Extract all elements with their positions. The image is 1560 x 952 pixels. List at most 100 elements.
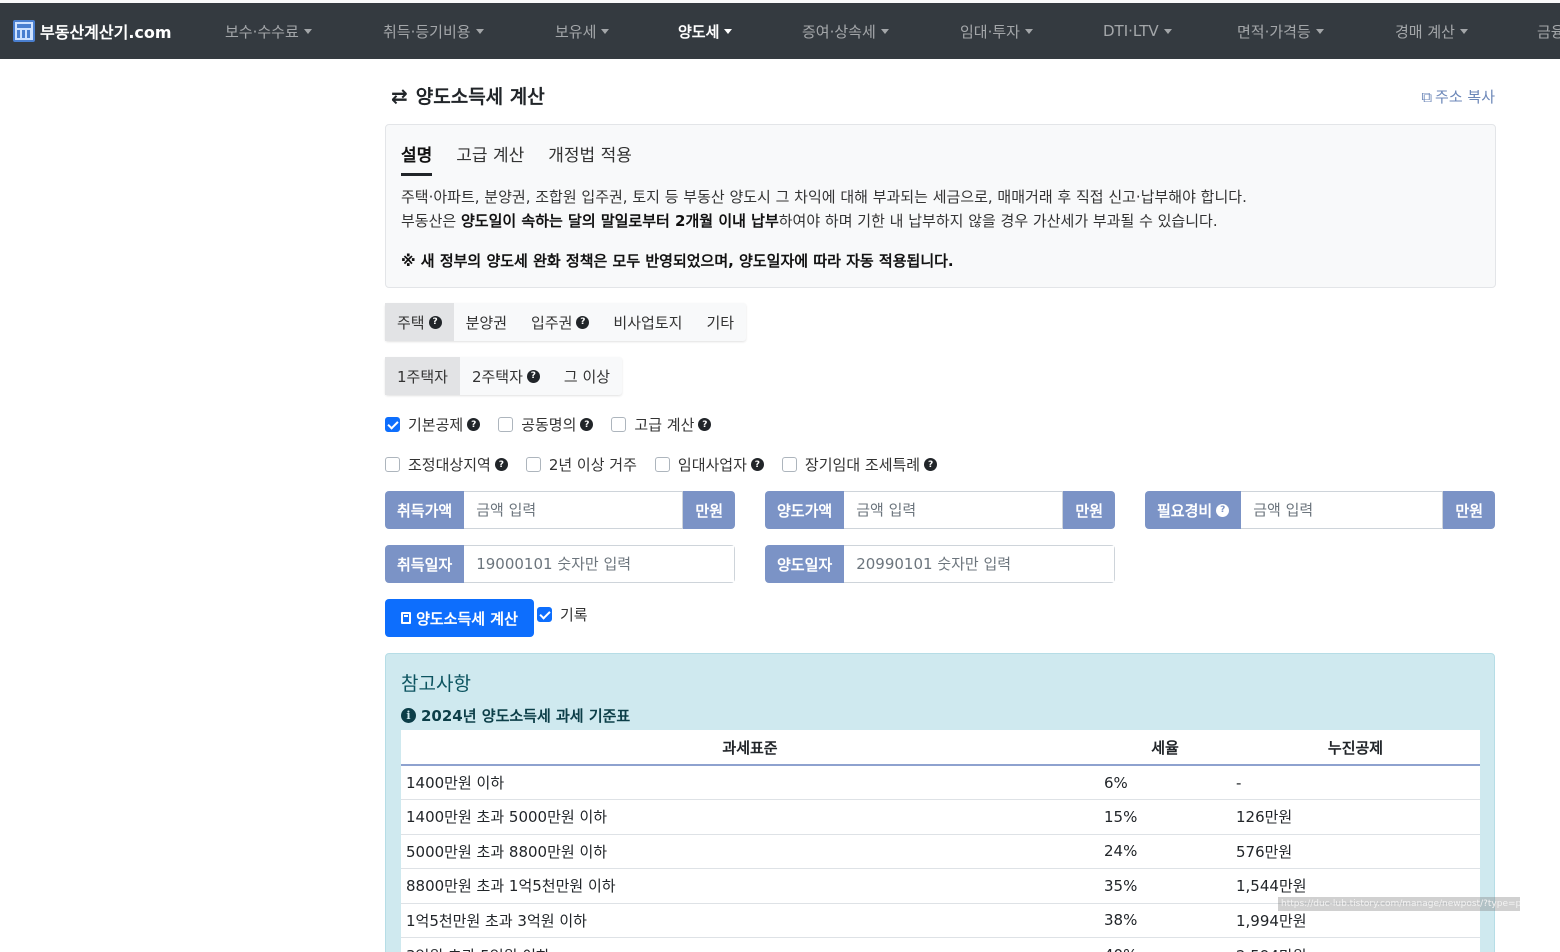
description-tabs: 설명 고급 계산 개정법 적용: [401, 141, 632, 176]
house-count-two[interactable]: 2주택자?: [460, 357, 552, 395]
expenses-label-text: 필요경비: [1157, 501, 1213, 520]
acquisition-date-input[interactable]: [464, 545, 735, 583]
nav-label: 보유세: [555, 22, 597, 41]
house-count-one[interactable]: 1주택자: [385, 357, 460, 395]
calculate-button[interactable]: 양도소득세 계산: [385, 599, 534, 637]
btn-label: 주택: [397, 313, 425, 332]
nav-label: 임대·투자: [960, 22, 1020, 41]
nav-item-capital-gains-tax[interactable]: 양도세: [678, 3, 733, 59]
checkbox-box[interactable]: [498, 417, 514, 432]
options-row-2: 조정대상지역? 2년 이상 거주 임대사업자? 장기임대 조세특례?: [385, 454, 955, 475]
nav-item-gift-inheritance-tax[interactable]: 증여·상속세: [802, 3, 889, 59]
options-row-1: 기본공제? 공동명의? 고급 계산?: [385, 414, 729, 435]
tab-advanced-calc[interactable]: 고급 계산: [456, 141, 524, 176]
rental-business-checkbox[interactable]: 임대사업자?: [654, 454, 764, 475]
caret-down-icon: [475, 28, 484, 34]
question-icon[interactable]: ?: [467, 418, 481, 431]
caret-down-icon: [724, 28, 733, 34]
nav-item-area-price[interactable]: 면적·가격등: [1237, 3, 1324, 59]
expenses-input[interactable]: [1241, 491, 1444, 529]
brand-text: 부동산계산기.com: [40, 23, 172, 42]
unit-label: 만원: [683, 491, 735, 529]
basic-deduction-checkbox[interactable]: 기본공제?: [385, 414, 481, 435]
residence-2y-checkbox[interactable]: 2년 이상 거주: [525, 454, 637, 475]
table-header-row: 과세표준 세율 누진공제: [401, 730, 1480, 766]
property-type-occupancy[interactable]: 입주권?: [519, 303, 601, 341]
brand-link[interactable]: 부동산계산기.com: [13, 3, 172, 59]
top-navbar: 부동산계산기.com 보수·수수료 취득·등기비용 보유세 양도세 증여·상속세…: [0, 3, 1560, 59]
question-icon[interactable]: ?: [526, 369, 540, 383]
btn-label: 비사업토지: [613, 313, 683, 332]
expenses-label: 필요경비?: [1145, 491, 1242, 529]
caret-down-icon: [1315, 28, 1324, 34]
nav-item-rental-investment[interactable]: 임대·투자: [960, 3, 1033, 59]
checkbox-box[interactable]: [385, 417, 400, 432]
checkbox-box[interactable]: [654, 457, 670, 472]
question-icon[interactable]: ?: [750, 458, 764, 471]
advanced-calc-checkbox[interactable]: 고급 계산?: [611, 414, 712, 435]
caret-down-icon: [1163, 28, 1172, 34]
nav-item-holding-tax[interactable]: 보유세: [555, 3, 610, 59]
desc-pre: 부동산은: [401, 212, 461, 230]
checkbox-box[interactable]: [385, 457, 400, 472]
copy-address-link[interactable]: ⧉ 주소 복사: [1421, 86, 1495, 107]
question-icon[interactable]: ?: [494, 458, 508, 471]
table-cell: 2,594만원: [1231, 937, 1480, 952]
acquisition-price-input[interactable]: [464, 491, 684, 529]
policy-notice: ※ 새 정부의 양도세 완화 정책은 모두 반영되었으며, 양도일자에 따라 자…: [401, 252, 954, 270]
caret-down-icon: [1024, 28, 1033, 34]
table-cell: 576만원: [1231, 833, 1480, 869]
nav-item-acquisition-cost[interactable]: 취득·등기비용: [383, 3, 484, 59]
column-header-rate: 세율: [1099, 730, 1231, 766]
question-icon[interactable]: ?: [428, 315, 442, 329]
nav-item-dti-ltv[interactable]: DTI·LTV: [1103, 3, 1172, 59]
acquisition-price-group: 취득가액 만원: [385, 491, 735, 529]
property-type-other[interactable]: 기타: [694, 303, 746, 341]
checkbox-box[interactable]: [537, 607, 552, 622]
record-checkbox[interactable]: 기록: [537, 604, 588, 625]
tab-description[interactable]: 설명: [401, 141, 433, 176]
question-icon[interactable]: ?: [580, 418, 594, 431]
property-type-housing[interactable]: 주택?: [385, 303, 454, 341]
checkbox-box[interactable]: [611, 417, 627, 432]
description-text: 주택·아파트, 분양권, 조합원 입주권, 토지 등 부동산 양도시 그 차익에…: [401, 185, 1247, 233]
checkbox-box[interactable]: [525, 457, 541, 472]
question-icon[interactable]: ?: [1216, 503, 1230, 517]
table-row: 5000만원 초과 8800만원 이하 24% 576만원: [401, 833, 1480, 869]
table-row: 1400만원 이하 6% -: [401, 764, 1480, 800]
property-type-presale[interactable]: 분양권: [454, 303, 519, 341]
nav-label: 양도세: [678, 22, 720, 41]
table-cell: 1400만원 초과 5000만원 이하: [401, 799, 1099, 834]
regulated-area-checkbox[interactable]: 조정대상지역?: [385, 454, 508, 475]
tax-rate-table: 과세표준 세율 누진공제 1400만원 이하 6% - 1400만원 초과 5000…: [401, 730, 1480, 952]
description-line-2: 부동산은 양도일이 속하는 달의 말일로부터 2개월 이내 납부하여야 하며 기…: [401, 209, 1247, 233]
nav-item-brokerage-fee[interactable]: 보수·수수료: [225, 3, 312, 59]
nav-item-auction[interactable]: 경매 계산: [1395, 3, 1468, 59]
calculate-button-label: 양도소득세 계산: [416, 609, 518, 628]
btn-label: 분양권: [465, 313, 508, 332]
tab-amended-law[interactable]: 개정법 적용: [548, 141, 632, 176]
checkbox-label: 공동명의: [521, 416, 577, 434]
question-icon[interactable]: ?: [576, 315, 590, 329]
property-type-nonbusiness-land[interactable]: 비사업토지: [601, 303, 694, 341]
long-term-rental-checkbox[interactable]: 장기임대 조세특례?: [781, 454, 938, 475]
house-count-more[interactable]: 그 이상: [552, 357, 622, 395]
checkbox-label: 기본공제: [408, 416, 464, 434]
sale-date-input[interactable]: [844, 545, 1115, 583]
caret-down-icon: [601, 28, 610, 34]
table-cell: 8800만원 초과 1억5천만원 이하: [401, 868, 1099, 903]
nav-label: 취득·등기비용: [383, 22, 471, 41]
question-icon[interactable]: ?: [698, 418, 712, 431]
nav-label: DTI·LTV: [1103, 22, 1159, 40]
joint-ownership-checkbox[interactable]: 공동명의?: [498, 414, 594, 435]
checkbox-box[interactable]: [781, 457, 797, 472]
table-cell: 24%: [1099, 833, 1231, 869]
table-row: 3억원 초과 5억원 이하40%2,594만원: [401, 937, 1480, 952]
nav-item-finance[interactable]: 금융: [1537, 3, 1560, 59]
table-cell: 15%: [1099, 799, 1231, 834]
question-icon[interactable]: ?: [924, 458, 938, 471]
caret-down-icon: [1459, 28, 1468, 34]
table-cell: 35%: [1099, 868, 1231, 903]
checkbox-label: 고급 계산: [634, 416, 695, 434]
sale-price-input[interactable]: [844, 491, 1064, 529]
